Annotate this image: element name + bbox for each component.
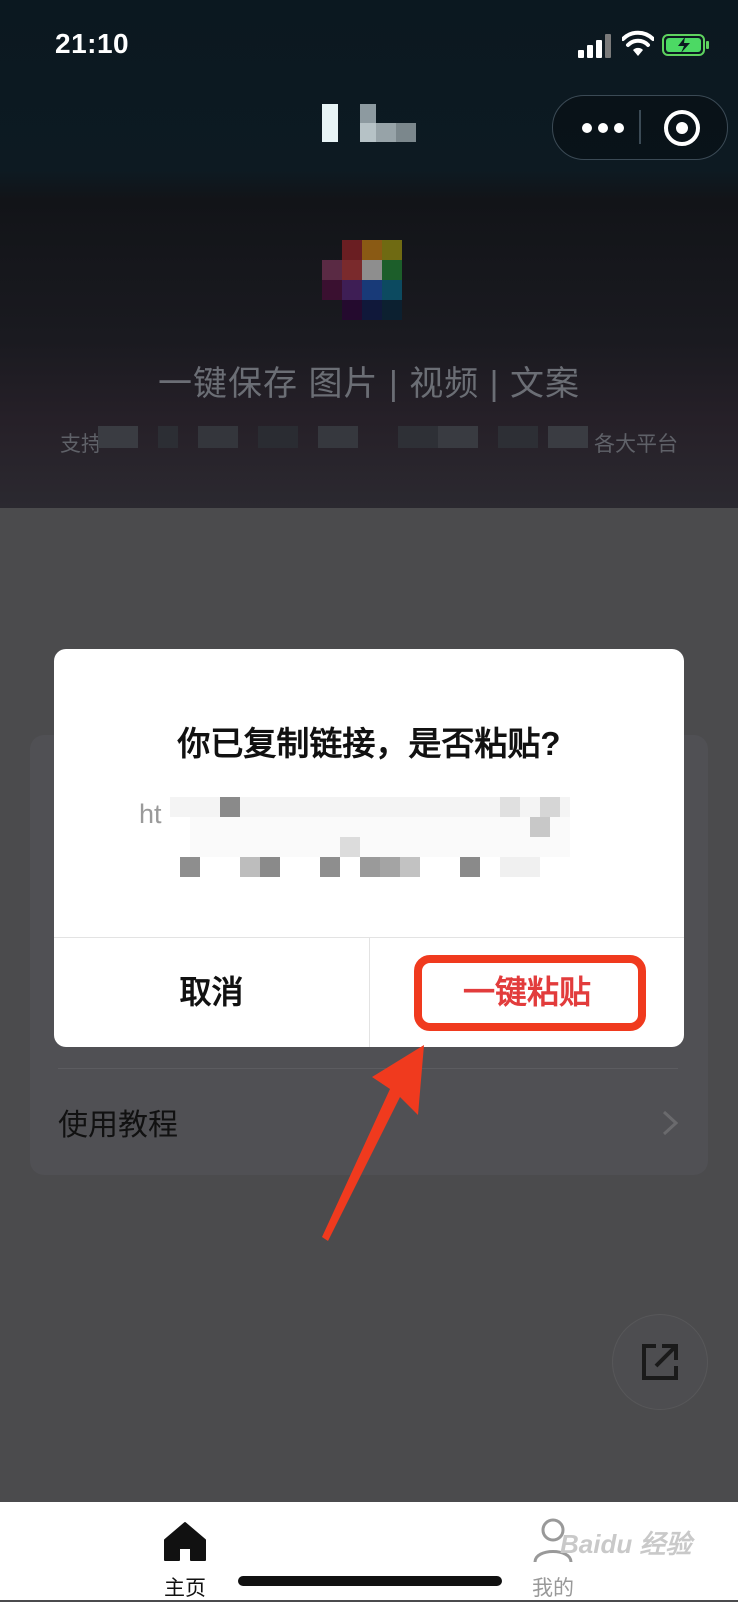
- external-link-icon: [642, 1344, 678, 1380]
- chevron-right-icon: [662, 1110, 679, 1136]
- status-time: 21:10: [55, 28, 130, 59]
- cancel-button[interactable]: 取消: [54, 938, 369, 1047]
- app-title-pixelated: [322, 104, 416, 142]
- miniprogram-capsule: [552, 95, 728, 160]
- app-logo-pixelated: [322, 240, 402, 320]
- share-float-button[interactable]: [612, 1314, 708, 1410]
- tutorial-item[interactable]: 使用教程: [58, 1100, 178, 1144]
- status-bar: 21:10: [0, 0, 738, 90]
- annotation-arrow-icon: [322, 1045, 424, 1241]
- annotation-highlight-box: [414, 955, 646, 1031]
- slogan-text: 一键保存 图片 | 视频 | 文案: [158, 365, 580, 403]
- home-indicator: [238, 1576, 502, 1586]
- support-text-start: 支持: [60, 433, 102, 456]
- header-banner: 21:10 一键保存 图片 | 视频 | 文案 支持 各大平台: [0, 0, 738, 508]
- support-platforms-pixelated: [98, 426, 588, 448]
- home-icon: [164, 1522, 206, 1561]
- close-miniprogram-icon[interactable]: [660, 106, 704, 150]
- support-text-end: 各大平台: [594, 433, 678, 456]
- cellular-signal-icon: [578, 34, 611, 58]
- tab-home-label: 主页: [164, 1577, 206, 1600]
- copied-link-pixelated: [170, 797, 570, 877]
- capsule-divider: [639, 110, 641, 144]
- dialog-title: 你已复制链接，是否粘贴?: [177, 725, 561, 762]
- baidu-watermark: Baidu 经验: [560, 1529, 692, 1559]
- wifi-icon: [622, 30, 654, 56]
- tab-mine-label: 我的: [532, 1577, 574, 1600]
- tab-home[interactable]: 主页: [150, 1516, 220, 1600]
- copied-link-prefix: ht: [139, 799, 162, 829]
- more-icon[interactable]: [573, 110, 633, 146]
- battery-charging-icon: [662, 34, 709, 56]
